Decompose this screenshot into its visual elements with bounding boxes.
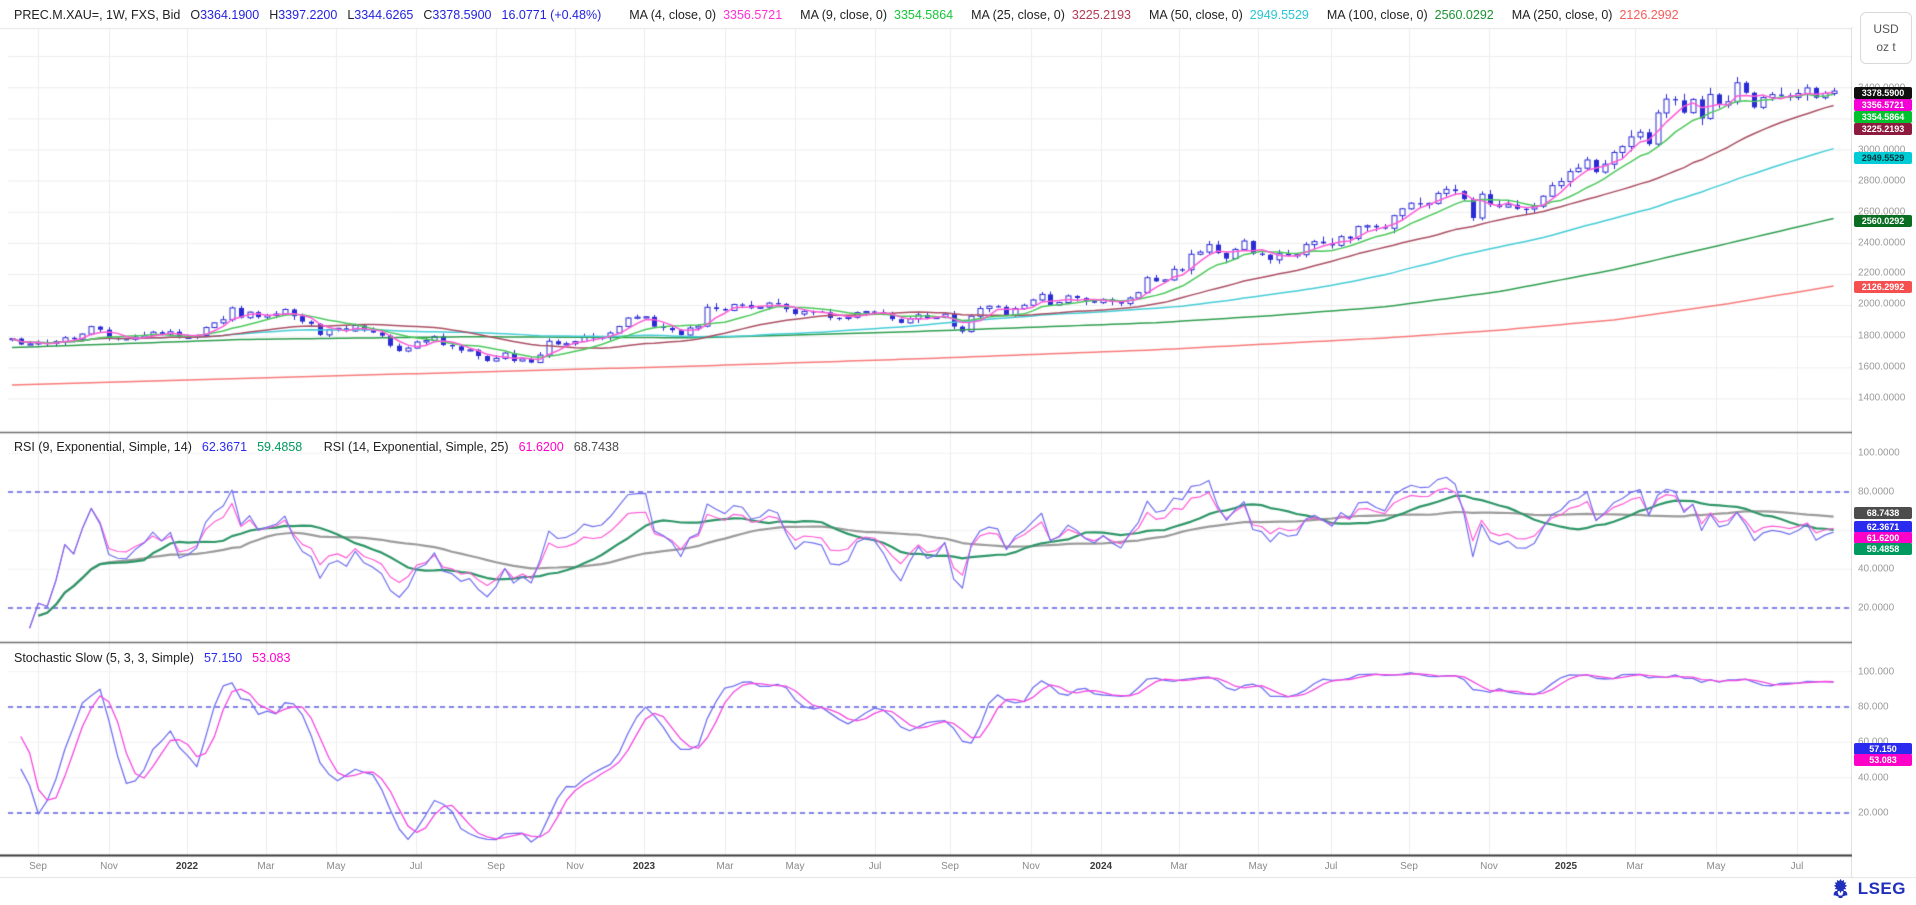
rsi2-signal-value: 68.7438 <box>574 440 619 454</box>
stoch-d-value: 53.083 <box>252 651 290 665</box>
open-value: 3364.1900 <box>200 8 259 22</box>
stoch-value-tag: 53.083 <box>1854 754 1912 766</box>
close-label: C <box>423 8 432 22</box>
time-label-month: Sep <box>930 861 970 872</box>
ma-legend-item-50[interactable]: MA (50, close, 0)2949.5529 <box>1149 8 1309 22</box>
unit-selector[interactable]: USD oz t <box>1860 12 1912 64</box>
ma-legend-item-4[interactable]: MA (4, close, 0)3356.5721 <box>629 8 782 22</box>
price-value-tag: 2126.2992 <box>1854 281 1912 293</box>
price-value-tag: 3356.5721 <box>1854 99 1912 111</box>
time-label-month: Sep <box>476 861 516 872</box>
high-label: H <box>269 8 278 22</box>
price-value-tag: 3225.2193 <box>1854 123 1912 135</box>
price-value-tag: 3378.5900 <box>1854 87 1912 99</box>
ma-legend: MA (4, close, 0)3356.5721 MA (9, close, 0… <box>611 8 1678 22</box>
time-label-month: May <box>1238 861 1278 872</box>
time-label-year: 2025 <box>1546 861 1586 872</box>
stoch-title: Stochastic Slow (5, 3, 3, Simple) <box>14 651 194 665</box>
currency-label: USD <box>1873 22 1898 36</box>
time-label-month: Nov <box>555 861 595 872</box>
time-label-month: Jul <box>855 861 895 872</box>
ohlc-close: C3378.5900 <box>423 8 491 22</box>
time-label-month: Nov <box>1011 861 1051 872</box>
stochastic-indicator-title[interactable]: Stochastic Slow (5, 3, 3, Simple) 57.150 5… <box>14 651 300 665</box>
ohlc-low: L3344.6265 <box>347 8 413 22</box>
rsi-tick: 100.0000 <box>1858 448 1900 459</box>
price-tick: 1800.0000 <box>1858 331 1905 342</box>
lseg-lion-icon <box>1828 877 1853 901</box>
stoch-tick: 100.000 <box>1858 667 1894 678</box>
change-value: 16.0771 (+0.48%) <box>502 8 602 22</box>
chart-legend: PREC.M.XAU=, 1W, FXS, Bid O3364.1900 H33… <box>14 6 1679 24</box>
low-label: L <box>347 8 354 22</box>
high-value: 3397.2200 <box>278 8 337 22</box>
instrument-title[interactable]: PREC.M.XAU=, 1W, FXS, Bid <box>14 8 180 22</box>
close-value: 3378.5900 <box>432 8 491 22</box>
price-value-tag: 2949.5529 <box>1854 152 1912 164</box>
time-label-year: 2023 <box>624 861 664 872</box>
time-label-month: Sep <box>1389 861 1429 872</box>
rsi1-title: RSI (9, Exponential, Simple, 14) <box>14 440 192 454</box>
price-tick: 2800.0000 <box>1858 176 1905 187</box>
time-label-year: 2024 <box>1081 861 1121 872</box>
price-tick: 1600.0000 <box>1858 362 1905 373</box>
stoch-tick: 20.000 <box>1858 808 1889 819</box>
rsi-value-tag: 68.7438 <box>1854 507 1912 519</box>
stoch-tick: 40.000 <box>1858 773 1889 784</box>
ma-legend-item-25[interactable]: MA (25, close, 0)3225.2193 <box>971 8 1131 22</box>
low-value: 3344.6265 <box>354 8 413 22</box>
price-tick: 2200.0000 <box>1858 268 1905 279</box>
time-label-month: Jul <box>396 861 436 872</box>
lseg-chart-app: PREC.M.XAU=, 1W, FXS, Bid O3364.1900 H33… <box>0 0 1916 905</box>
ohlc-high: H3397.2200 <box>269 8 337 22</box>
rsi-tick: 40.0000 <box>1858 564 1894 575</box>
ma-legend-item-9[interactable]: MA (9, close, 0)3354.5864 <box>800 8 953 22</box>
rsi-value-tag: 59.4858 <box>1854 543 1912 555</box>
time-label-month: Mar <box>246 861 286 872</box>
time-label-month: May <box>316 861 356 872</box>
open-label: O <box>190 8 200 22</box>
price-tick: 2000.0000 <box>1858 299 1905 310</box>
rsi1-value: 62.3671 <box>202 440 247 454</box>
time-label-month: May <box>1696 861 1736 872</box>
lseg-logo-text: LSEG <box>1858 879 1906 899</box>
unit-label: oz t <box>1876 40 1895 54</box>
rsi-tick: 80.0000 <box>1858 487 1894 498</box>
price-tick: 1400.0000 <box>1858 393 1905 404</box>
time-label-month: Sep <box>18 861 58 872</box>
time-label-month: Mar <box>1159 861 1199 872</box>
time-label-month: Jul <box>1777 861 1817 872</box>
time-label-month: Nov <box>1469 861 1509 872</box>
lseg-logo: LSEG <box>1828 877 1906 901</box>
time-label-month: May <box>775 861 815 872</box>
ma-legend-item-100[interactable]: MA (100, close, 0)2560.0292 <box>1327 8 1494 22</box>
rsi2-title: RSI (14, Exponential, Simple, 25) <box>324 440 509 454</box>
stoch-tick: 80.000 <box>1858 702 1889 713</box>
rsi-indicator-title[interactable]: RSI (9, Exponential, Simple, 14) 62.3671 5… <box>14 440 629 454</box>
price-value-tag: 2560.0292 <box>1854 215 1912 227</box>
time-label-month: Mar <box>705 861 745 872</box>
ma-legend-item-250[interactable]: MA (250, close, 0)2126.2992 <box>1512 8 1679 22</box>
rsi1-signal-value: 59.4858 <box>257 440 302 454</box>
rsi2-value: 61.6200 <box>519 440 564 454</box>
price-scale[interactable]: 3400.00003200.00003000.00002800.00002600… <box>1852 28 1916 877</box>
stoch-k-value: 57.150 <box>204 651 242 665</box>
price-value-tag: 3354.5864 <box>1854 111 1912 123</box>
time-scale[interactable]: Sep Nov 2022 Mar May Jul Sep Nov 2023 Mar May Jul Se… <box>0 858 1852 877</box>
time-label-month: Mar <box>1615 861 1655 872</box>
time-label-month: Jul <box>1311 861 1351 872</box>
rsi-tick: 20.0000 <box>1858 603 1894 614</box>
ohlc-open: O3364.1900 <box>190 8 259 22</box>
time-label-year: 2022 <box>167 861 207 872</box>
price-tick: 2400.0000 <box>1858 238 1905 249</box>
time-label-month: Nov <box>89 861 129 872</box>
